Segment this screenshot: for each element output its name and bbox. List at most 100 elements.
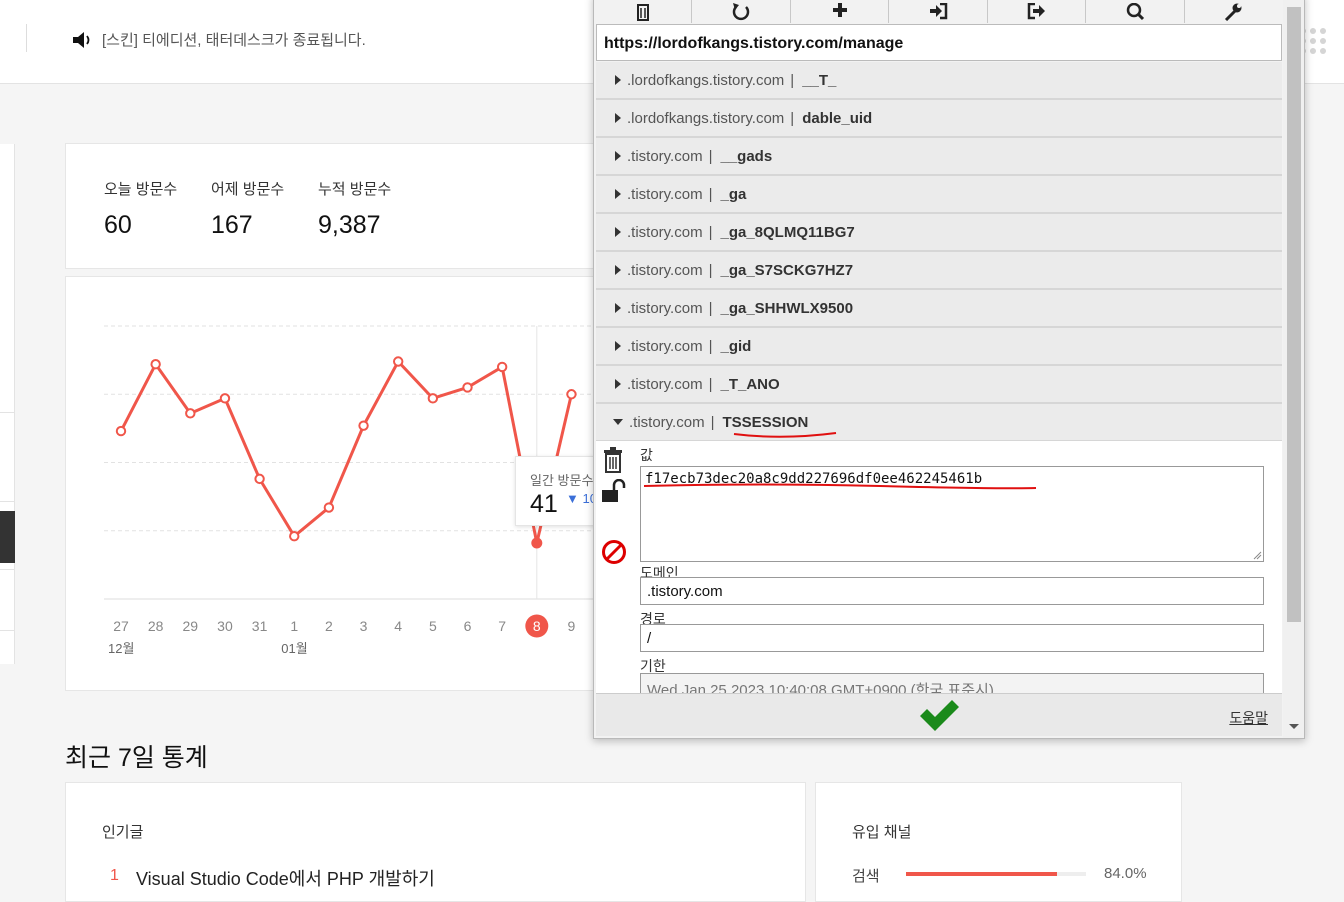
- stat-label: 누적 방문수: [318, 181, 392, 198]
- expand-arrow-icon: [615, 379, 621, 389]
- x-tick-label: 2: [325, 618, 333, 634]
- cookie-domain: .tistory.com: [627, 223, 703, 241]
- data-point: [531, 537, 543, 549]
- expand-arrow-icon: [615, 151, 621, 161]
- month-label: 01월: [281, 641, 307, 656]
- settings-button[interactable]: [1185, 0, 1282, 23]
- expand-arrow-icon: [615, 189, 621, 199]
- block-icon[interactable]: [601, 539, 627, 565]
- cookie-domain: .tistory.com: [627, 299, 703, 317]
- cookie-name: dable_uid: [802, 109, 873, 127]
- add-icon: [832, 3, 847, 17]
- data-point: [254, 473, 265, 485]
- cookie-domain: .tistory.com: [627, 185, 703, 203]
- x-tick-label: 6: [464, 618, 472, 634]
- stat-value: 9,387: [318, 211, 381, 239]
- divider: [26, 24, 27, 52]
- separator: |: [708, 261, 713, 279]
- delete-cookie-icon[interactable]: [602, 447, 624, 473]
- data-point: [393, 356, 404, 367]
- cookie-row[interactable]: .tistory.com | _ga_8QLMQ11BG7: [596, 214, 1282, 252]
- undo-icon: [732, 3, 750, 21]
- export-icon: [1028, 3, 1046, 20]
- expand-arrow-icon: [615, 341, 621, 351]
- cookie-editor-popup: https://lordofkangs.tistory.com/manage .…: [593, 0, 1305, 739]
- cookie-domain: .tistory.com: [627, 375, 703, 393]
- help-link[interactable]: 도움말: [1229, 708, 1268, 728]
- cookie-name: _ga_SHHWLX9500: [720, 299, 854, 317]
- cookie-domain: .tistory.com: [627, 337, 703, 355]
- cookie-list: .lordofkangs.tistory.com | __T_ .lordofkang…: [596, 62, 1282, 442]
- popup-scrollbar[interactable]: [1283, 0, 1304, 738]
- cookie-row[interactable]: .tistory.com | _gid: [596, 328, 1282, 366]
- data-point: [150, 359, 161, 370]
- stat-today: 오늘 방문수 60: [104, 178, 177, 240]
- data-point: [427, 393, 439, 404]
- divider: [0, 501, 15, 502]
- x-tick-label: 30: [217, 618, 233, 634]
- delete-all-button[interactable]: [594, 0, 693, 23]
- month-label: 12월: [108, 641, 134, 656]
- cookie-row[interactable]: .tistory.com | _ga_S7SCKG7HZ7: [596, 252, 1282, 290]
- visitor-stats-card: 오늘 방문수 60 어제 방문수 167 누적 방문수 9,387: [65, 143, 625, 269]
- separator: |: [790, 109, 795, 127]
- cookie-name: _T_ANO: [720, 375, 780, 393]
- expand-arrow-icon: [615, 303, 621, 313]
- popular-heading: 인기글: [102, 824, 144, 841]
- save-check-icon[interactable]: [918, 698, 960, 734]
- x-tick-label: 5: [429, 618, 437, 634]
- import-button[interactable]: [889, 0, 988, 23]
- search-button[interactable]: [1086, 0, 1185, 23]
- data-point: [185, 408, 196, 419]
- notice-text: [스킨] 티에디션, 태터데스크가 종료됩니다.: [102, 32, 366, 49]
- cookie-toolbar: [594, 0, 1282, 23]
- section-title: 최근 7일 통계: [65, 744, 208, 772]
- cookie-domain: .tistory.com: [629, 413, 705, 431]
- unlock-icon[interactable]: [602, 479, 630, 503]
- cookie-row[interactable]: .tistory.com | _ga_SHHWLX9500: [596, 290, 1282, 328]
- separator: |: [708, 375, 713, 393]
- cookie-name: TSSESSION: [722, 413, 809, 431]
- chart-tooltip: 일간 방문수 41 ▼ 10: [515, 456, 605, 526]
- post-title-link[interactable]: Visual Studio Code에서 PHP 개발하기: [136, 865, 435, 891]
- x-tick-label: 27: [113, 618, 129, 634]
- cookie-row[interactable]: .lordofkangs.tistory.com | dable_uid: [596, 100, 1282, 138]
- separator: |: [708, 299, 713, 317]
- url-input[interactable]: https://lordofkangs.tistory.com/manage: [596, 24, 1282, 61]
- cookie-row[interactable]: .tistory.com | __gads: [596, 138, 1282, 176]
- popup-footer: 도움말: [596, 693, 1282, 736]
- add-cookie-button[interactable]: [791, 0, 890, 23]
- data-point: [323, 502, 335, 513]
- sidebar-active-item[interactable]: [0, 511, 15, 563]
- tooltip-value: 41: [530, 490, 558, 518]
- data-point: [566, 389, 577, 400]
- cookie-name: _gid: [720, 337, 752, 355]
- notice-banner[interactable]: [스킨] 티에디션, 태터데스크가 종료됩니다.: [72, 29, 366, 50]
- cookie-domain: .lordofkangs.tistory.com: [627, 71, 785, 89]
- series-line: [119, 359, 573, 545]
- export-button[interactable]: [988, 0, 1087, 23]
- x-tick-label: 31: [252, 618, 268, 634]
- domain-input[interactable]: .tistory.com: [640, 577, 1264, 605]
- sidebar-edge: [0, 144, 15, 664]
- channels-heading: 유입 채널: [852, 824, 912, 841]
- stat-value: 167: [211, 211, 253, 239]
- path-input[interactable]: /: [640, 624, 1264, 652]
- scroll-down-icon[interactable]: [1289, 724, 1299, 729]
- popular-posts-card: 인기글 1 Visual Studio Code에서 PHP 개발하기: [65, 782, 806, 902]
- cookie-row[interactable]: .lordofkangs.tistory.com | __T_: [596, 62, 1282, 100]
- data-point: [496, 361, 508, 373]
- cookie-row[interactable]: .tistory.com | _ga: [596, 176, 1282, 214]
- resize-handle-icon[interactable]: [1252, 550, 1262, 560]
- channel-percent: 84.0%: [1104, 865, 1147, 882]
- scrollbar-thumb[interactable]: [1287, 7, 1301, 622]
- cookie-row[interactable]: .tistory.com | TSSESSION: [596, 404, 1282, 442]
- expires-input[interactable]: Wed Jan 25 2023 10:40:08 GMT+0900 (한국 표준…: [640, 673, 1264, 693]
- settings-icon: [1225, 3, 1242, 21]
- stat-label: 어제 방문수: [211, 181, 285, 198]
- undo-button[interactable]: [692, 0, 791, 23]
- cookie-row[interactable]: .tistory.com | _T_ANO: [596, 366, 1282, 404]
- cookie-domain: .tistory.com: [627, 261, 703, 279]
- cookie-name: __gads: [720, 147, 773, 165]
- divider: [0, 412, 15, 413]
